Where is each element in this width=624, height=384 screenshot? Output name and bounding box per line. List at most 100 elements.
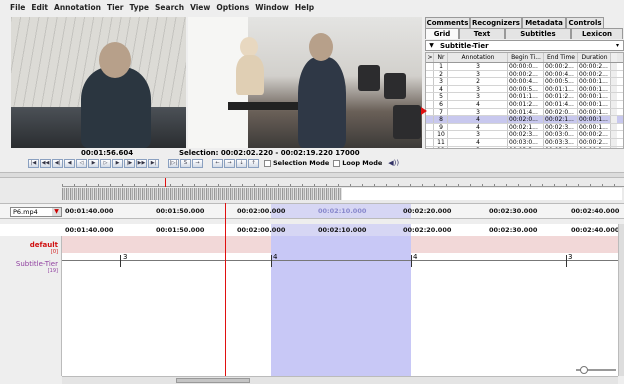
right-arrow-button[interactable]: → bbox=[224, 158, 235, 168]
grid-column-header[interactable]: > bbox=[426, 53, 434, 62]
next-frame-button[interactable]: ▶▶ bbox=[136, 158, 147, 168]
segment-label[interactable]: 4 bbox=[273, 253, 277, 261]
clear-selection-button[interactable]: S bbox=[180, 158, 191, 168]
grid-column-header[interactable]: End Time bbox=[544, 53, 578, 62]
tier-name-default[interactable]: default bbox=[30, 241, 58, 249]
play-button[interactable]: ▶ bbox=[88, 158, 99, 168]
previous-second-button[interactable]: ◀| bbox=[52, 158, 63, 168]
segment-label[interactable]: 3 bbox=[568, 253, 572, 261]
table-row[interactable]: 11 4 00:03:0... 00:03:3... 00:00:2... bbox=[426, 138, 623, 147]
go-to-end-button[interactable]: ▶| bbox=[148, 158, 159, 168]
grid-scrollbar-cell[interactable] bbox=[611, 93, 617, 100]
tab-comments[interactable]: Comments bbox=[425, 17, 470, 28]
step-back-button[interactable]: ◀ bbox=[64, 158, 75, 168]
menu-file[interactable]: File bbox=[10, 3, 25, 12]
menu-tier[interactable]: Tier bbox=[107, 3, 123, 12]
forward-button[interactable]: ▶ bbox=[112, 158, 123, 168]
step-back-small-button[interactable]: ◁ bbox=[76, 158, 87, 168]
menu-search[interactable]: Search bbox=[155, 3, 184, 12]
grid-column-header[interactable]: Duration bbox=[578, 53, 611, 62]
tick-label: 00:02:40.000 bbox=[571, 207, 620, 215]
time-ruler[interactable]: 00:01:40.000 00:01:50.000 00:02:00.000 00:0… bbox=[62, 224, 620, 236]
table-row[interactable]: 10 3 00:02:3... 00:03:0... 00:00:2... bbox=[426, 131, 623, 139]
video-player-1[interactable] bbox=[11, 17, 186, 148]
grid-scrollbar-cell[interactable] bbox=[611, 100, 617, 108]
tab-recognizers[interactable]: Recognizers bbox=[470, 17, 522, 28]
horizontal-scrollbar[interactable] bbox=[62, 376, 618, 384]
menu-type[interactable]: Type bbox=[129, 3, 149, 12]
table-row[interactable]: 8 4 00:02:0... 00:02:1... 00:00:1... bbox=[426, 116, 623, 124]
media-file-select[interactable]: P6.mp4 ▼ bbox=[10, 207, 62, 217]
segment-label[interactable]: 3 bbox=[123, 253, 127, 261]
grid-scrollbar-cell[interactable] bbox=[611, 131, 617, 138]
selection-mode-checkbox[interactable] bbox=[264, 159, 271, 167]
segment-boundary bbox=[120, 255, 121, 267]
table-row[interactable]: 2 3 00:00:2... 00:00:4... 00:00:2... bbox=[426, 70, 623, 79]
time-ruler[interactable]: 00:01:40.000 00:01:50.000 00:02:00.000 00:0… bbox=[62, 204, 620, 218]
grid-scrollbar-cell[interactable] bbox=[611, 123, 617, 131]
zoom-knob[interactable] bbox=[580, 366, 588, 374]
go-to-begin-button[interactable]: |◀ bbox=[28, 158, 39, 168]
grid-scrollbar-cell[interactable] bbox=[611, 138, 617, 146]
table-row[interactable]: 4 3 00:00:5... 00:01:1... 00:00:1... bbox=[426, 85, 623, 94]
grid-scrollbar-cell[interactable] bbox=[611, 108, 617, 116]
down-arrow-button[interactable]: ↓ bbox=[236, 158, 247, 168]
tab-controls[interactable]: Controls bbox=[566, 17, 604, 28]
table-row[interactable]: 6 4 00:01:2... 00:01:4... 00:00:1... bbox=[426, 100, 623, 109]
previous-frame-button[interactable]: ◀◀ bbox=[40, 158, 51, 168]
table-row[interactable]: 1 3 00:00:0... 00:00:2... 00:00:2... bbox=[426, 63, 623, 71]
selection-to-crosshair-button[interactable]: → bbox=[192, 158, 203, 168]
cell-dur: 00:00:2... bbox=[578, 131, 611, 138]
cell-end: 00:03:0... bbox=[544, 131, 578, 138]
chevron-down-icon[interactable]: ▼ bbox=[426, 42, 437, 49]
selection-mode-label: Selection Mode bbox=[273, 159, 330, 167]
grid-scrollbar-cell[interactable] bbox=[611, 63, 617, 70]
tab-lexicon[interactable]: Lexicon bbox=[571, 28, 623, 39]
grid-scrollbar-cell[interactable] bbox=[611, 85, 617, 93]
grid-scrollbar-cell[interactable] bbox=[611, 116, 617, 123]
cell-begin: 00:01:4... bbox=[508, 108, 544, 116]
tab-subtitles[interactable]: Subtitles bbox=[505, 28, 571, 39]
tier-annotation-area[interactable]: 3 4 4 3 bbox=[62, 236, 618, 376]
up-arrow-button[interactable]: ↑ bbox=[248, 158, 259, 168]
left-arrow-button[interactable]: ← bbox=[212, 158, 223, 168]
tier-name-subtitle[interactable]: Subtitle-Tier bbox=[16, 260, 58, 268]
menu-options[interactable]: Options bbox=[216, 3, 249, 12]
menu-edit[interactable]: Edit bbox=[31, 3, 48, 12]
grid-column-header[interactable]: Annotation bbox=[448, 53, 508, 62]
table-row[interactable]: 7 3 00:01:4... 00:02:0... 00:00:1... bbox=[426, 108, 623, 117]
vertical-scrollbar[interactable] bbox=[618, 224, 624, 376]
grid-scrollbar-cell[interactable] bbox=[611, 146, 617, 148]
chevron-down-icon[interactable]: ▼ bbox=[52, 208, 61, 216]
menu-help[interactable]: Help bbox=[295, 3, 314, 12]
waveform-overview[interactable] bbox=[0, 178, 624, 203]
tab-text[interactable]: Text bbox=[459, 28, 505, 39]
menu-window[interactable]: Window bbox=[255, 3, 289, 12]
segment-label[interactable]: 4 bbox=[413, 253, 417, 261]
zoom-slider[interactable] bbox=[576, 366, 616, 374]
table-row[interactable]: 5 3 00:01:1... 00:01:2... 00:00:1... bbox=[426, 93, 623, 101]
crosshair-cursor[interactable] bbox=[225, 203, 226, 376]
tier-selector[interactable]: ▼ Subtitle-Tier ▾ bbox=[425, 40, 624, 51]
grid-column-header[interactable]: Nr bbox=[434, 53, 448, 62]
cell-nr: 3 bbox=[434, 78, 448, 85]
next-second-button[interactable]: |▶ bbox=[124, 158, 135, 168]
volume-icon[interactable]: ◀)) bbox=[388, 159, 399, 167]
tab-grid[interactable]: Grid bbox=[425, 28, 459, 39]
grid-scrollbar-cell[interactable] bbox=[611, 70, 617, 78]
tier-count-subtitle: [19] bbox=[47, 268, 58, 274]
menu-view[interactable]: View bbox=[190, 3, 210, 12]
table-row[interactable]: 3 2 00:00:4... 00:00:5... 00:00:1... bbox=[426, 78, 623, 86]
menu-annotation[interactable]: Annotation bbox=[54, 3, 101, 12]
loop-mode-checkbox[interactable] bbox=[333, 159, 341, 167]
grid-column-header[interactable]: Begin Ti... bbox=[508, 53, 544, 62]
table-row[interactable]: 12300:03:3...00:03:4...00:00:1... bbox=[426, 146, 623, 148]
dropdown-icon[interactable]: ▾ bbox=[612, 42, 623, 49]
table-row[interactable]: 9 4 00:02:1... 00:02:3... 00:00:1... bbox=[426, 123, 623, 132]
grid-scrollbar-cell[interactable] bbox=[611, 78, 617, 85]
step-forward-button[interactable]: ▷ bbox=[100, 158, 111, 168]
scrollbar-thumb[interactable] bbox=[176, 378, 250, 383]
play-selection-button[interactable]: |▷| bbox=[168, 158, 179, 168]
tab-metadata[interactable]: Metadata bbox=[522, 17, 566, 28]
video-player-2[interactable] bbox=[188, 17, 422, 148]
